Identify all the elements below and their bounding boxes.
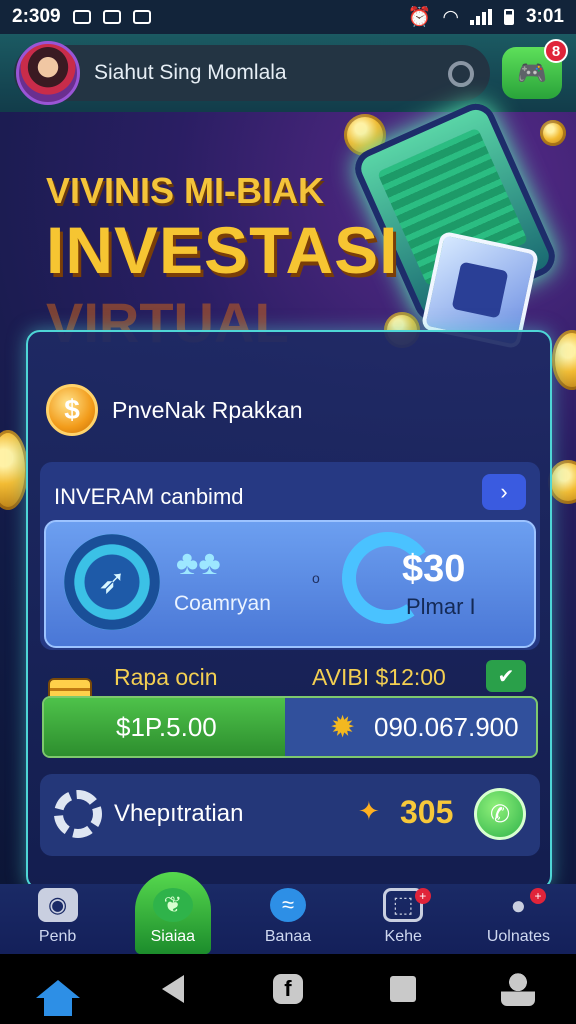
panel-header: $ PnveNak Rpakkan [46, 384, 303, 436]
facebook-button[interactable]: f [268, 969, 308, 1009]
phone-icon: ✆ [489, 800, 511, 828]
plus-badge-icon: + [530, 888, 547, 904]
progress-card: $ Rapa ocin AVIBI $12:00 ✔ $1P.5.00 ✹ 09… [40, 660, 540, 760]
battery-icon [503, 9, 514, 25]
app-screen: 2:309 ⏰ ◠ 3:01 Siahut Sing Momlala 🎮 8 V… [0, 0, 576, 1024]
hero-subtitle: VIVINIS MI-BIAK [46, 170, 325, 211]
message-icon [102, 10, 121, 24]
tab-siaiaa[interactable]: ❦ Siaiaa [115, 872, 230, 954]
status-time-right: 3:01 [525, 6, 564, 27]
home-button[interactable] [35, 969, 80, 1016]
back-icon [161, 975, 184, 1003]
tree-icon: ♣♣ [176, 544, 221, 582]
settings-card[interactable]: Vhepıtratian ✦ 305 ✆ [40, 774, 540, 856]
avatar[interactable] [16, 41, 80, 105]
back-button[interactable] [153, 969, 193, 1009]
progress-target: AVIBI $12:00 [312, 664, 446, 690]
coin-decoration [548, 460, 576, 504]
call-button[interactable]: ✆ [474, 788, 526, 840]
tab-penb[interactable]: ◉ Penb [0, 884, 115, 954]
panel-title: PnveNak Rpakkan [112, 396, 303, 423]
status-bar: 2:309 ⏰ ◠ 3:01 [0, 0, 576, 34]
system-nav-bar: f [0, 954, 576, 1024]
gamepad-icon: 🎮 [517, 59, 547, 87]
investment-amount: $30 [402, 548, 466, 590]
tab-uolnates[interactable]: ● + Uolnates [461, 884, 576, 954]
top-header: Siahut Sing Momlala 🎮 8 [0, 34, 576, 112]
username: Siahut Sing Momlala [94, 61, 287, 84]
coin-decoration [0, 430, 28, 510]
alarm-icon: ⏰ [407, 7, 432, 28]
fire-icon: ✦ [358, 796, 380, 826]
wifi-icon: ◠ [443, 6, 458, 28]
investment-amount-label: Plmar I [406, 594, 476, 619]
person-icon [501, 972, 536, 1006]
company-label: Coamryan [174, 592, 271, 615]
coin-decoration [552, 330, 576, 390]
tab-label: Banaa [264, 928, 312, 945]
game-controller-button[interactable]: 🎮 8 [502, 39, 568, 99]
recents-icon [390, 976, 417, 1002]
investment-summary[interactable]: ➶ ♣♣ Coamryan o $30 Plmar I [44, 520, 536, 648]
settings-label: Vhepıtratian [114, 800, 244, 827]
leaf-icon: ❦ [152, 888, 193, 922]
globe-icon: ≈ [270, 888, 306, 922]
gear-icon [54, 790, 102, 838]
facebook-icon: f [272, 974, 303, 1004]
notification-badge: 8 [544, 39, 568, 63]
gear-coin-icon: ✹ [330, 711, 356, 744]
investment-card: INVERAM canbimd › ➶ ♣♣ Coamryan o $30 Pl… [40, 462, 540, 650]
profile-button[interactable] [498, 969, 538, 1009]
cloud-icon [132, 10, 151, 24]
settings-value: 305 [400, 794, 454, 830]
bottom-tab-bar: ◉ Penb ❦ Siaiaa ≈ Banaa ⬚ + Kehe ● + Uol… [0, 872, 576, 954]
chevron-right-button[interactable]: › [482, 474, 526, 510]
compass-icon: ➶ [64, 534, 160, 630]
plus-badge-icon: + [414, 888, 431, 904]
tab-banaa[interactable]: ≈ Banaa [230, 884, 345, 954]
status-time-left: 2:309 [12, 6, 61, 27]
tab-label: Uolnates [486, 928, 550, 945]
progress-bar: $1P.5.00 ✹ 090.067.900 [42, 696, 538, 758]
confirm-button[interactable]: ✔ [486, 660, 526, 692]
profile-bar[interactable]: Siahut Sing Momlala [14, 41, 490, 105]
coin-decoration [540, 120, 566, 146]
tab-label: Penb [38, 928, 77, 945]
chevron-right-icon: › [500, 479, 508, 504]
total-value: 090.067.900 [374, 712, 519, 742]
progress-value: $1P.5.00 [116, 712, 217, 742]
investment-panel: $ PnveNak Rpakkan INVERAM canbimd › ➶ ♣♣… [26, 330, 552, 890]
investment-card-title: INVERAM canbimd [54, 484, 244, 509]
progress-label: Rapa ocin [114, 664, 218, 690]
tab-label: Siaiaa [150, 928, 196, 945]
gamepad-icon: ◉ [37, 888, 78, 922]
hero-title: INVESTASI [46, 213, 399, 287]
signal-icon [469, 9, 492, 25]
recents-button[interactable] [383, 969, 423, 1009]
home-icon [35, 980, 80, 1016]
record-button[interactable] [448, 61, 474, 87]
tab-kehe[interactable]: ⬚ + Kehe [346, 884, 461, 954]
check-icon: ✔ [497, 665, 515, 688]
separator-dot: o [312, 570, 320, 586]
tab-label: Kehe [384, 928, 422, 945]
dollar-coin-icon: $ [46, 384, 98, 436]
notification-icon [72, 10, 91, 24]
